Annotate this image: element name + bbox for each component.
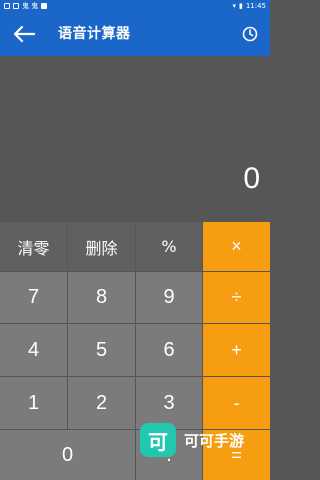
notification-icon: [13, 3, 19, 9]
digit-2-button[interactable]: 2: [68, 377, 135, 429]
digit-6-button[interactable]: 6: [136, 324, 202, 376]
page-title: 语音计算器: [58, 26, 131, 42]
status-bar: 鬼 鬼 ▾ ▮ 11:45: [0, 0, 270, 12]
watermark: 可 可可手游: [140, 420, 244, 460]
digit-1-button[interactable]: 1: [0, 377, 67, 429]
status-time: 11:45: [245, 2, 266, 10]
notification-icon: [41, 3, 48, 9]
history-button[interactable]: [238, 22, 262, 46]
plus-button[interactable]: +: [203, 324, 270, 376]
digit-8-button[interactable]: 8: [68, 272, 135, 323]
notification-icon: [4, 3, 10, 9]
signal-icon: ▾: [232, 2, 236, 10]
digit-5-button[interactable]: 5: [68, 324, 135, 376]
delete-button[interactable]: 删除: [68, 222, 135, 271]
clear-button[interactable]: 清零: [0, 222, 67, 271]
divide-button[interactable]: ÷: [203, 272, 270, 323]
digit-9-button[interactable]: 9: [136, 272, 202, 323]
percent-button[interactable]: %: [136, 222, 202, 271]
status-left: 鬼 鬼: [4, 0, 48, 12]
calculator-display: 0: [0, 56, 270, 222]
status-text: 鬼 鬼: [22, 2, 39, 10]
digit-4-button[interactable]: 4: [0, 324, 67, 376]
watermark-logo-icon: 可: [140, 423, 176, 457]
watermark-text: 可可手游: [184, 431, 245, 450]
display-value: 0: [243, 162, 260, 195]
app-bar: 语音计算器: [0, 12, 270, 56]
multiply-button[interactable]: ×: [203, 222, 270, 271]
battery-icon: ▮: [238, 2, 243, 10]
digit-0-button[interactable]: 0: [0, 430, 135, 480]
arrow-left-icon: [13, 25, 35, 43]
digit-7-button[interactable]: 7: [0, 272, 67, 323]
status-right: ▾ ▮ 11:45: [232, 0, 266, 12]
clock-icon: [242, 26, 258, 42]
back-button[interactable]: [6, 18, 42, 50]
